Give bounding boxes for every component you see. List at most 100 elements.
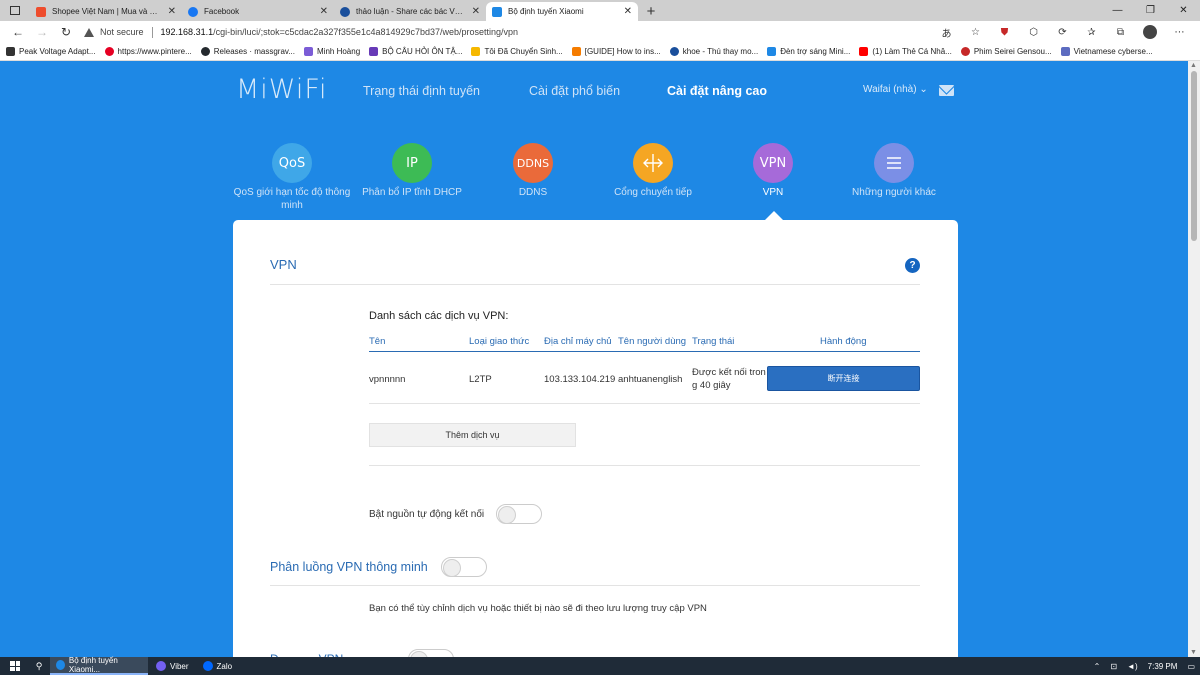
table-header-rule: [369, 351, 920, 352]
close-tab-icon[interactable]: ✕: [320, 6, 328, 17]
close-window-icon[interactable]: ✕: [1167, 0, 1200, 21]
bookmark-label: Phim Seirei Gensou...: [973, 47, 1052, 56]
tray-expand-icon[interactable]: ⌃: [1094, 662, 1101, 671]
volume-icon[interactable]: ◄): [1127, 662, 1138, 671]
back-icon[interactable]: ←: [6, 25, 30, 39]
tab-actions-icon[interactable]: [0, 0, 30, 21]
forward-icon[interactable]: →: [30, 25, 54, 39]
bookmark-item[interactable]: (1) Làm Thẻ Cá Nhâ...: [859, 47, 952, 56]
scroll-down-icon[interactable]: ▼: [1190, 649, 1197, 656]
close-tab-icon[interactable]: ✕: [472, 6, 480, 17]
bookmark-label: BỘ CÂU HỎI ÔN TẬ...: [382, 47, 463, 56]
wifi-favicon-icon: [492, 6, 502, 17]
bookmark-item[interactable]: Peak Voltage Adapt...: [6, 47, 96, 56]
taskbar-label: Bộ định tuyến Xiaomi...: [68, 656, 118, 674]
profile-avatar-icon[interactable]: [1143, 25, 1157, 39]
col-header-server: Địa chỉ máy chủ: [544, 336, 612, 347]
extension-icon[interactable]: ⬡: [1019, 27, 1048, 38]
vpn-protocol: L2TP: [469, 374, 492, 385]
bookmark-item[interactable]: [GUIDE] How to ins...: [571, 47, 661, 56]
ddns-icon[interactable]: DDNS: [513, 143, 553, 183]
feature-label-port-forward[interactable]: Cổng chuyển tiếp: [593, 186, 713, 199]
tab-title: thảo luận - Share các bác VPN c: [356, 7, 466, 16]
user-name: Waifai (nhà): [863, 84, 917, 95]
form-icon: [369, 47, 379, 56]
viber-icon: [156, 661, 166, 671]
browser-tab-bar: Shopee Việt Nam | Mua và Bán T ✕ Faceboo…: [0, 0, 1200, 21]
user-menu[interactable]: Waifai (nhà) ⌄: [863, 84, 928, 95]
divider: [270, 284, 920, 285]
close-tab-icon[interactable]: ✕: [168, 6, 176, 17]
nav-router-status[interactable]: Trạng thái định tuyến: [363, 84, 480, 98]
scroll-up-icon[interactable]: ▲: [1190, 62, 1197, 69]
feature-label-ddns[interactable]: DDNS: [473, 186, 593, 199]
restore-icon[interactable]: ❐: [1134, 0, 1167, 21]
translate-icon[interactable]: あ: [932, 25, 961, 40]
windows-taskbar: ⚲ Bộ định tuyến Xiaomi... Viber Zalo ⌃ ⊡…: [0, 656, 1200, 675]
new-tab-button[interactable]: +: [638, 2, 664, 21]
shopee-favicon-icon: [36, 6, 46, 17]
port-forward-icon[interactable]: [633, 143, 673, 183]
bookmark-item[interactable]: Minh Hoàng: [304, 47, 360, 56]
bookmark-item[interactable]: khoe - Thú thay mo...: [669, 47, 758, 56]
extension-shield-icon[interactable]: ⛊: [990, 27, 1019, 38]
help-icon[interactable]: ?: [905, 258, 920, 273]
auto-connect-toggle[interactable]: [496, 504, 542, 524]
page-scrollbar[interactable]: ▲ ▼: [1188, 61, 1200, 657]
bookmark-label: https://www.pintere...: [117, 47, 192, 56]
tab-title: Facebook: [204, 7, 240, 16]
sync-icon[interactable]: ⟳: [1048, 27, 1077, 38]
feature-label-others[interactable]: Những người khác: [834, 186, 954, 199]
security-indicator[interactable]: Not secure: [84, 27, 144, 37]
taskbar-item-viber[interactable]: Viber: [150, 657, 195, 675]
bookmark-item[interactable]: Đèn trợ sáng Mini...: [767, 47, 850, 56]
nav-advanced-settings[interactable]: Cài đặt nâng cao: [667, 84, 767, 98]
ip-icon[interactable]: IP: [392, 143, 432, 183]
collections-icon[interactable]: ⧉: [1106, 27, 1135, 38]
mail-icon[interactable]: [939, 85, 954, 96]
feature-label-dhcp[interactable]: Phân bổ IP tĩnh DHCP: [352, 186, 472, 199]
minimize-icon[interactable]: —: [1101, 0, 1134, 21]
refresh-icon[interactable]: ↻: [54, 25, 78, 39]
taskbar-item-edge[interactable]: Bộ định tuyến Xiaomi...: [50, 656, 148, 675]
bookmark-item[interactable]: Vietnamese cyberse...: [1060, 47, 1153, 56]
browser-tab-forum[interactable]: thảo luận - Share các bác VPN c ✕: [334, 2, 486, 21]
bookmark-label: Peak Voltage Adapt...: [19, 47, 96, 56]
scrollbar-thumb[interactable]: [1191, 71, 1197, 241]
network-icon[interactable]: ⊡: [1110, 662, 1117, 671]
qos-icon[interactable]: QoS: [272, 143, 312, 183]
browser-tab-shopee[interactable]: Shopee Việt Nam | Mua và Bán T ✕: [30, 2, 182, 21]
disconnect-button[interactable]: 断开连接: [767, 366, 920, 391]
url-path: /cgi-bin/luci/;stok=c5cdac2a327f355e1c4a…: [213, 27, 519, 37]
bookmark-item[interactable]: BỘ CÂU HỎI ÔN TẬ...: [369, 47, 462, 56]
bookmark-item[interactable]: Releases · massgrav...: [200, 47, 295, 56]
facebook-favicon-icon: [188, 6, 198, 17]
bookmark-item[interactable]: https://www.pintere...: [104, 47, 192, 56]
more-menu-icon[interactable]: ⋯: [1165, 27, 1194, 38]
browser-tab-router[interactable]: Bộ định tuyến Xiaomi ✕: [486, 2, 638, 21]
menu-icon[interactable]: [874, 143, 914, 183]
add-service-button[interactable]: Thêm dịch vụ: [369, 423, 576, 447]
vpn-icon[interactable]: VPN: [753, 143, 793, 183]
favorites-icon[interactable]: ✰: [1077, 27, 1106, 38]
bookmark-item[interactable]: Tôi Đã Chuyển Sinh...: [471, 47, 563, 56]
address-bar: ← → ↻ Not secure 192.168.31.1/cgi-bin/lu…: [0, 21, 1200, 43]
bookmark-label: [GUIDE] How to ins...: [584, 47, 661, 56]
taskbar-item-zalo[interactable]: Zalo: [197, 657, 239, 675]
feature-label-vpn[interactable]: VPN: [713, 186, 833, 199]
novel-icon: [471, 47, 481, 56]
search-icon[interactable]: ⚲: [30, 661, 48, 672]
notification-icon[interactable]: ▭: [1187, 662, 1195, 671]
smart-split-toggle[interactable]: [441, 557, 487, 577]
url-field[interactable]: 192.168.31.1/cgi-bin/luci/;stok=c5cdac2a…: [161, 27, 519, 37]
col-header-action: Hành động: [820, 336, 867, 347]
close-tab-icon[interactable]: ✕: [624, 6, 632, 17]
browser-tab-facebook[interactable]: Facebook ✕: [182, 2, 334, 21]
feature-label-qos[interactable]: QoS giới hạn tốc độ thông minh: [232, 186, 352, 212]
bookmark-label: Đèn trợ sáng Mini...: [780, 47, 851, 56]
clock[interactable]: 7:39 PM: [1148, 662, 1178, 671]
start-button[interactable]: [0, 661, 30, 671]
favorite-star-icon[interactable]: ☆: [961, 27, 990, 38]
nav-common-settings[interactable]: Cài đặt phổ biến: [529, 84, 620, 98]
bookmark-item[interactable]: Phim Seirei Gensou...: [960, 47, 1052, 56]
